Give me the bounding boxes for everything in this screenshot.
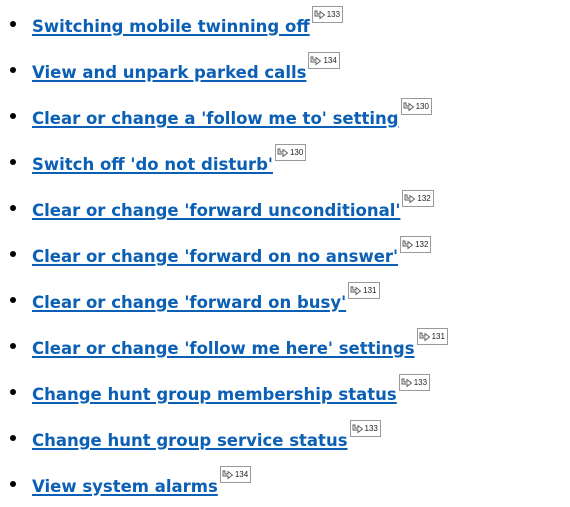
bullet-icon [10, 67, 16, 73]
page-ref-arrow-icon [277, 148, 289, 157]
page-number: 131 [363, 286, 377, 295]
page-ref-arrow-icon [222, 470, 234, 479]
bullet-icon [10, 481, 16, 487]
topic-link-forward-on-no-answer[interactable]: Clear or change 'forward on no answer' [32, 247, 398, 266]
page-ref-arrow-icon [350, 286, 362, 295]
list-item: Change hunt group membership status 133 [10, 368, 570, 414]
topic-link-switching-mobile-twinning-off[interactable]: Switching mobile twinning off [32, 17, 310, 36]
topic-link-view-and-unpark-parked-calls[interactable]: View and unpark parked calls [32, 63, 306, 82]
page-ref-arrow-icon [401, 378, 412, 387]
bullet-icon [10, 389, 16, 395]
bullet-icon [10, 297, 16, 303]
topic-link-forward-unconditional[interactable]: Clear or change 'forward unconditional' [32, 201, 400, 220]
bullet-icon [10, 205, 16, 211]
list-item: View and unpark parked calls 134 [10, 46, 570, 92]
page-ref-arrow-icon [314, 10, 325, 19]
page-number: 133 [364, 424, 378, 433]
bullet-icon [10, 251, 16, 257]
page-ref-arrow-icon [404, 194, 416, 203]
page-ref-arrow-icon [311, 56, 322, 65]
page-number: 132 [415, 240, 429, 249]
page-number: 132 [417, 194, 431, 203]
page-number: 133 [326, 10, 341, 19]
bullet-icon [10, 113, 16, 119]
list-item: Clear or change 'forward on busy' 131 [10, 276, 570, 322]
list-item: Change hunt group service status 133 [10, 414, 570, 460]
topic-link-hunt-group-service-status[interactable]: Change hunt group service status [32, 431, 348, 450]
list-item: Switching mobile twinning off 133 [10, 0, 570, 46]
topic-link-follow-me-here-settings[interactable]: Clear or change 'follow me here' setting… [32, 339, 415, 358]
bullet-icon [10, 159, 16, 165]
topic-link-hunt-group-membership-status[interactable]: Change hunt group membership status [32, 385, 397, 404]
page-number: 131 [431, 332, 445, 341]
page-ref-badge[interactable]: 130 [274, 144, 307, 161]
page-ref-badge[interactable]: 132 [402, 190, 434, 207]
topic-link-forward-on-busy[interactable]: Clear or change 'forward on busy' [32, 293, 346, 312]
topic-link-clear-or-change-follow-me-to[interactable]: Clear or change a 'follow me to' setting [32, 109, 399, 128]
list-item: Clear or change 'forward unconditional' … [10, 184, 570, 230]
page-ref-arrow-icon [352, 424, 363, 433]
list-item: Clear or change 'follow me here' setting… [10, 322, 570, 368]
page-ref-arrow-icon [403, 102, 414, 111]
bullet-icon [10, 343, 16, 349]
topic-link-switch-off-do-not-disturb[interactable]: Switch off 'do not disturb' [32, 155, 273, 174]
list-item: Clear or change a 'follow me to' setting… [10, 92, 570, 138]
list-item: Switch off 'do not disturb' 130 [10, 138, 570, 184]
page-number: 130 [415, 102, 429, 111]
list-item: View system alarms 134 [10, 460, 570, 506]
page-ref-arrow-icon [419, 332, 430, 341]
page-ref-badge[interactable]: 131 [416, 328, 448, 345]
page-ref-badge[interactable]: 133 [311, 6, 344, 23]
page-ref-badge[interactable]: 134 [219, 466, 252, 483]
bullet-icon [10, 435, 16, 441]
page-ref-arrow-icon [402, 240, 414, 249]
topic-link-view-system-alarms[interactable]: View system alarms [32, 477, 218, 496]
bullet-icon [10, 21, 16, 27]
topic-link-list: Switching mobile twinning off 133 View a… [0, 0, 570, 506]
page-number: 130 [289, 148, 304, 157]
page-ref-badge[interactable]: 133 [398, 374, 431, 391]
page-ref-badge[interactable]: 134 [308, 52, 340, 69]
page-ref-badge[interactable]: 133 [349, 420, 381, 437]
page-ref-badge[interactable]: 132 [400, 236, 432, 253]
page-ref-badge[interactable]: 131 [348, 282, 380, 299]
page-number: 134 [234, 470, 249, 479]
page-number: 134 [323, 56, 337, 65]
list-item: Clear or change 'forward on no answer' 1… [10, 230, 570, 276]
page-number: 133 [413, 378, 428, 387]
page-ref-badge[interactable]: 130 [400, 98, 432, 115]
